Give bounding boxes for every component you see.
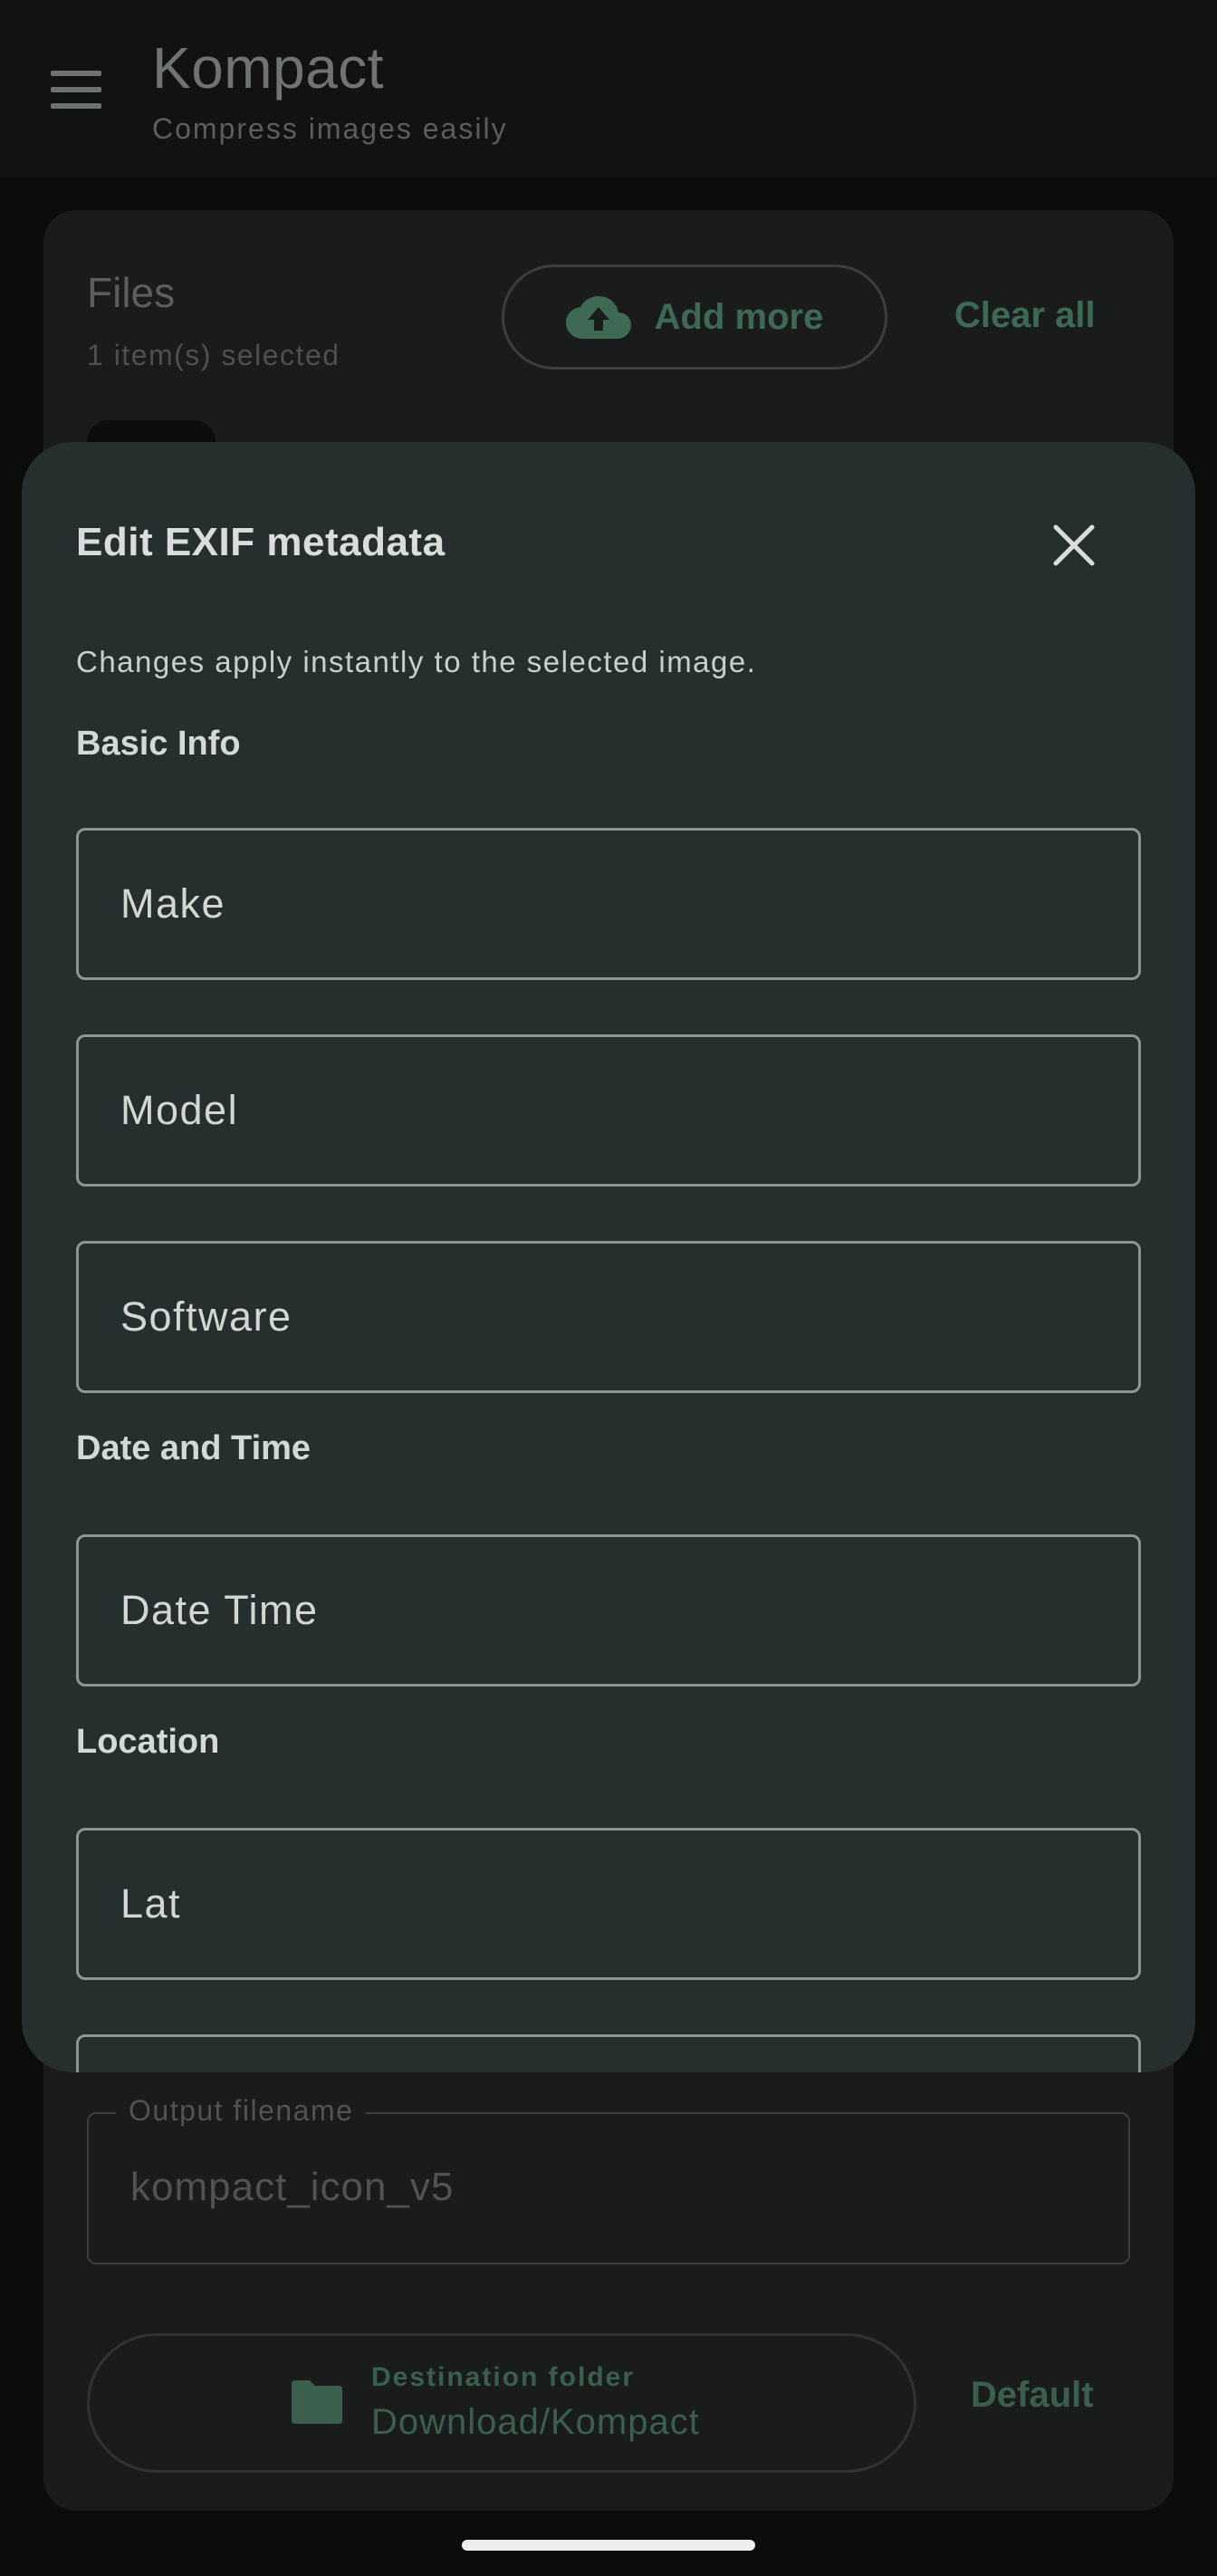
folder-icon xyxy=(292,2380,342,2424)
app-title: Kompact xyxy=(152,35,385,101)
files-count: 1 item(s) selected xyxy=(87,339,340,371)
model-field[interactable]: Model xyxy=(76,1034,1141,1187)
make-field[interactable]: Make xyxy=(76,828,1141,980)
add-more-label: Add more xyxy=(654,296,824,337)
gesture-navigation-bar[interactable] xyxy=(462,2540,755,2551)
lat-field[interactable]: Lat xyxy=(76,1828,1141,1980)
output-filename-label: Output filename xyxy=(116,2094,367,2128)
add-more-button[interactable]: Add more xyxy=(502,264,887,370)
app-subtitle: Compress images easily xyxy=(152,112,508,145)
sheet-title: Edit EXIF metadata xyxy=(76,520,446,564)
close-icon[interactable] xyxy=(1050,522,1097,569)
top-app-bar: Kompact Compress images easily xyxy=(0,0,1217,178)
edit-exif-sheet: Edit EXIF metadata Changes apply instant… xyxy=(22,442,1195,2072)
cloud-upload-icon xyxy=(565,296,631,339)
clear-all-button[interactable]: Clear all xyxy=(954,295,1096,336)
files-title: Files xyxy=(87,269,176,316)
section-location: Location xyxy=(76,1723,220,1761)
date-time-field[interactable]: Date Time xyxy=(76,1534,1141,1687)
software-field[interactable]: Software xyxy=(76,1241,1141,1393)
hamburger-menu-icon[interactable] xyxy=(51,71,101,109)
section-basic-info: Basic Info xyxy=(76,725,241,763)
app-screen: Kompact Compress images easily Files 1 i… xyxy=(0,0,1217,2576)
destination-folder-label: Destination folder xyxy=(371,2362,636,2392)
default-folder-button[interactable]: Default xyxy=(971,2375,1094,2416)
destination-folder-value: Download/Kompact xyxy=(371,2402,700,2442)
sheet-description: Changes apply instantly to the selected … xyxy=(76,645,757,678)
section-date-time: Date and Time xyxy=(76,1429,311,1467)
output-filename-value: kompact_icon_v5 xyxy=(130,2165,455,2209)
next-field-partial[interactable] xyxy=(76,2034,1141,2072)
